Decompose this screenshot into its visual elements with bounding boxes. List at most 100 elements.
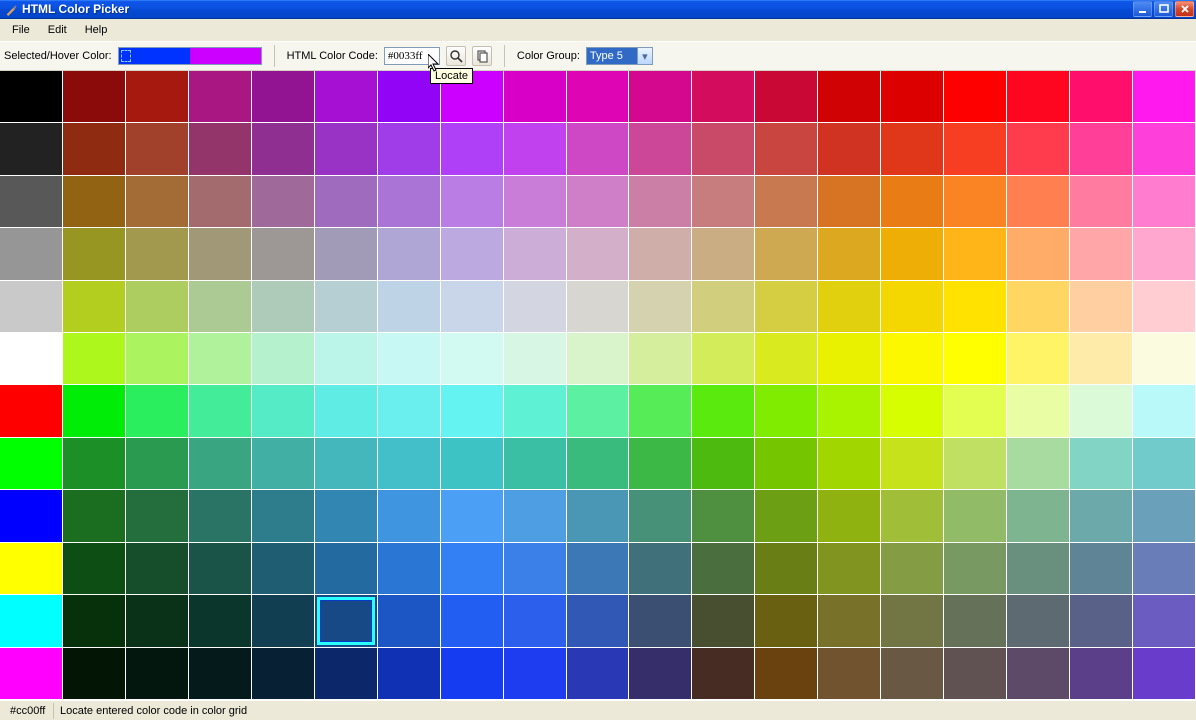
menu-edit[interactable]: Edit <box>40 22 75 38</box>
color-cell[interactable] <box>1133 438 1196 490</box>
color-cell[interactable] <box>1070 228 1133 280</box>
close-button[interactable] <box>1175 1 1194 17</box>
color-cell[interactable] <box>315 71 378 123</box>
color-cell[interactable] <box>504 543 567 595</box>
color-cell[interactable] <box>755 385 818 437</box>
color-cell[interactable] <box>818 648 881 700</box>
color-cell[interactable] <box>629 385 692 437</box>
color-cell[interactable] <box>378 648 441 700</box>
color-cell[interactable] <box>818 228 881 280</box>
color-cell[interactable] <box>818 543 881 595</box>
color-cell[interactable] <box>818 490 881 542</box>
color-cell[interactable] <box>755 281 818 333</box>
color-cell[interactable] <box>1070 385 1133 437</box>
color-cell[interactable] <box>504 333 567 385</box>
color-cell[interactable] <box>629 490 692 542</box>
color-cell[interactable] <box>755 71 818 123</box>
color-cell[interactable] <box>315 595 378 647</box>
color-cell[interactable] <box>629 595 692 647</box>
color-cell[interactable] <box>1007 490 1070 542</box>
color-cell[interactable] <box>567 543 630 595</box>
color-cell[interactable] <box>189 281 252 333</box>
color-cell[interactable] <box>378 385 441 437</box>
color-cell[interactable] <box>1133 176 1196 228</box>
color-cell[interactable] <box>315 281 378 333</box>
color-cell[interactable] <box>0 438 63 490</box>
color-cell[interactable] <box>1070 71 1133 123</box>
color-cell[interactable] <box>881 71 944 123</box>
color-cell[interactable] <box>881 543 944 595</box>
color-cell[interactable] <box>567 490 630 542</box>
copy-button[interactable] <box>472 46 492 66</box>
color-cell[interactable] <box>189 543 252 595</box>
color-cell[interactable] <box>315 385 378 437</box>
color-cell[interactable] <box>315 648 378 700</box>
color-cell[interactable] <box>0 228 63 280</box>
color-cell[interactable] <box>944 438 1007 490</box>
color-cell[interactable] <box>378 543 441 595</box>
color-cell[interactable] <box>504 176 567 228</box>
color-cell[interactable] <box>692 595 755 647</box>
color-cell[interactable] <box>252 71 315 123</box>
color-cell[interactable] <box>0 595 63 647</box>
color-cell[interactable] <box>944 176 1007 228</box>
color-cell[interactable] <box>629 333 692 385</box>
color-cell[interactable] <box>315 176 378 228</box>
color-cell[interactable] <box>818 333 881 385</box>
color-cell[interactable] <box>126 438 189 490</box>
color-cell[interactable] <box>692 490 755 542</box>
color-cell[interactable] <box>1007 438 1070 490</box>
color-cell[interactable] <box>252 543 315 595</box>
color-cell[interactable] <box>0 281 63 333</box>
color-cell[interactable] <box>818 71 881 123</box>
color-cell[interactable] <box>1070 648 1133 700</box>
color-cell[interactable] <box>1007 595 1070 647</box>
color-cell[interactable] <box>441 438 504 490</box>
color-cell[interactable] <box>629 228 692 280</box>
color-cell[interactable] <box>0 648 63 700</box>
color-cell[interactable] <box>944 595 1007 647</box>
color-cell[interactable] <box>378 228 441 280</box>
color-cell[interactable] <box>189 490 252 542</box>
color-cell[interactable] <box>378 333 441 385</box>
color-cell[interactable] <box>1007 333 1070 385</box>
color-cell[interactable] <box>441 385 504 437</box>
color-cell[interactable] <box>629 71 692 123</box>
color-cell[interactable] <box>252 281 315 333</box>
color-cell[interactable] <box>944 281 1007 333</box>
color-cell[interactable] <box>755 176 818 228</box>
color-cell[interactable] <box>944 490 1007 542</box>
color-cell[interactable] <box>567 71 630 123</box>
color-cell[interactable] <box>567 438 630 490</box>
color-cell[interactable] <box>692 281 755 333</box>
color-cell[interactable] <box>0 385 63 437</box>
color-cell[interactable] <box>755 595 818 647</box>
color-cell[interactable] <box>504 438 567 490</box>
color-cell[interactable] <box>629 176 692 228</box>
color-cell[interactable] <box>881 176 944 228</box>
color-cell[interactable] <box>189 648 252 700</box>
color-cell[interactable] <box>567 333 630 385</box>
color-cell[interactable] <box>189 123 252 175</box>
color-cell[interactable] <box>1007 648 1070 700</box>
color-cell[interactable] <box>944 123 1007 175</box>
color-cell[interactable] <box>441 595 504 647</box>
color-cell[interactable] <box>755 438 818 490</box>
color-cell[interactable] <box>567 281 630 333</box>
color-cell[interactable] <box>692 228 755 280</box>
color-cell[interactable] <box>1007 228 1070 280</box>
color-cell[interactable] <box>189 176 252 228</box>
color-cell[interactable] <box>1007 71 1070 123</box>
color-cell[interactable] <box>63 385 126 437</box>
color-cell[interactable] <box>1007 385 1070 437</box>
color-cell[interactable] <box>567 123 630 175</box>
color-cell[interactable] <box>63 438 126 490</box>
color-cell[interactable] <box>0 333 63 385</box>
color-cell[interactable] <box>944 543 1007 595</box>
color-cell[interactable] <box>378 176 441 228</box>
color-cell[interactable] <box>126 385 189 437</box>
color-cell[interactable] <box>1133 123 1196 175</box>
menu-help[interactable]: Help <box>77 22 116 38</box>
color-cell[interactable] <box>1007 543 1070 595</box>
color-cell[interactable] <box>881 333 944 385</box>
